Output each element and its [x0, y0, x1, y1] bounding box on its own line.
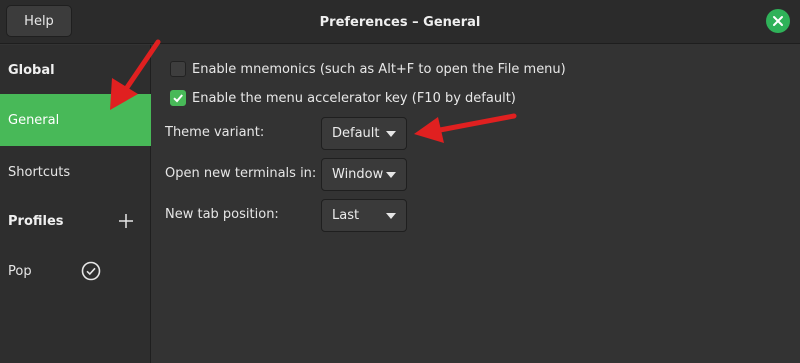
mnemonics-option[interactable]: Enable mnemonics (such as Alt+F to open …: [170, 61, 566, 77]
new-terminals-label: Open new terminals in:: [165, 166, 317, 181]
profiles-heading-label: Profiles: [8, 213, 64, 229]
mnemonics-label: Enable mnemonics (such as Alt+F to open …: [192, 61, 566, 77]
mnemonics-checkbox[interactable]: [170, 61, 186, 77]
sidebar-heading-profiles: Profiles: [0, 206, 151, 236]
sidebar: Global General Shortcuts Profiles Pop: [0, 45, 151, 363]
chevron-down-icon: [386, 213, 396, 219]
close-button[interactable]: [766, 9, 790, 33]
sidebar-item-label: Pop: [8, 263, 32, 279]
sidebar-item-general[interactable]: General: [0, 94, 151, 146]
header-bar: Help Preferences – General: [0, 0, 800, 44]
theme-variant-dropdown[interactable]: Default: [321, 117, 407, 150]
new-tab-position-dropdown[interactable]: Last: [321, 199, 407, 232]
sidebar-item-label: General: [8, 112, 60, 128]
plus-icon[interactable]: [118, 213, 134, 229]
sidebar-item-shortcuts[interactable]: Shortcuts: [0, 156, 151, 188]
window-title: Preferences – General: [319, 14, 481, 30]
general-settings-panel: Enable mnemonics (such as Alt+F to open …: [152, 45, 800, 363]
chevron-down-icon: [386, 131, 396, 137]
new-terminals-dropdown[interactable]: Window: [321, 158, 407, 191]
sidebar-item-label: Shortcuts: [8, 164, 71, 180]
accelerator-option[interactable]: Enable the menu accelerator key (F10 by …: [170, 90, 516, 106]
theme-variant-label: Theme variant:: [165, 125, 265, 140]
chevron-down-icon: [386, 172, 396, 178]
sidebar-heading-global: Global: [8, 62, 55, 78]
new-tab-position-label: New tab position:: [165, 207, 279, 222]
close-icon: [773, 16, 783, 26]
check-circle-icon: [81, 261, 101, 281]
sidebar-item-profile-pop[interactable]: Pop: [0, 256, 151, 286]
accelerator-checkbox[interactable]: [170, 90, 186, 106]
checkmark-icon: [173, 94, 183, 103]
theme-variant-value: Default: [332, 126, 380, 141]
preferences-window: Help Preferences – General Global Genera…: [0, 0, 800, 363]
accelerator-label: Enable the menu accelerator key (F10 by …: [192, 90, 516, 106]
new-terminals-value: Window: [332, 167, 384, 182]
new-tab-position-value: Last: [332, 208, 360, 223]
